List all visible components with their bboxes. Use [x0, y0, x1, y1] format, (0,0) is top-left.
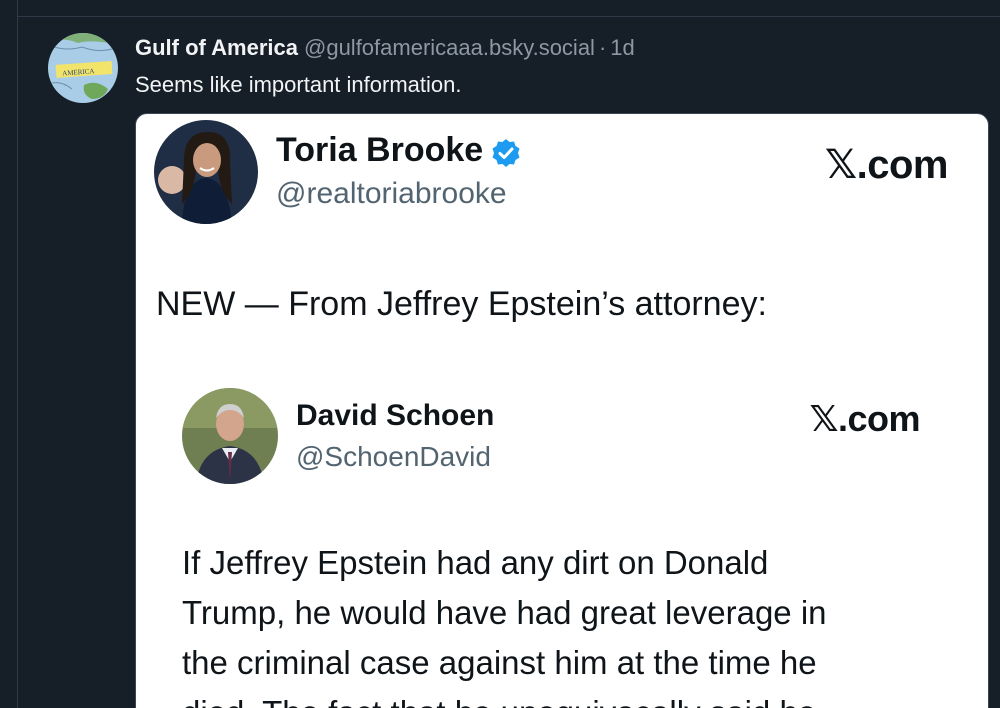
outer-x-logo: 𝕏.com [824, 143, 949, 187]
person-avatar-icon [154, 120, 258, 224]
avatar[interactable]: AMERICA [48, 33, 118, 103]
post-view: AMERICA Gulf of America @gulfofamericaaa.… [0, 0, 1000, 708]
separator-dot: · [598, 35, 607, 60]
post-text: Seems like important information. [135, 72, 462, 97]
author-handle[interactable]: @gulfofamericaaa.bsky.social [304, 35, 595, 60]
inner-post-line: Trump, he would have had great leverage … [182, 594, 827, 631]
inner-author-avatar [182, 388, 278, 484]
post-header: Gulf of America @gulfofamericaaa.bsky.soc… [135, 33, 635, 63]
thread-divider-vertical [17, 0, 18, 708]
screenshot-content: Toria Brooke @realtoriabrooke 𝕏.com NEW … [136, 114, 988, 708]
inner-post-line: If Jeffrey Epstein had any dirt on Donal… [182, 544, 769, 581]
outer-author-handle: @realtoriabrooke [276, 177, 507, 210]
person-avatar-icon [182, 388, 278, 484]
outer-post-text: NEW — From Jeffrey Epstein’s attorney: [156, 285, 767, 323]
inner-author-name: David Schoen [296, 399, 495, 432]
inner-x-logo: 𝕏.com [809, 398, 920, 439]
thread-divider-horizontal [17, 16, 1000, 17]
embedded-image[interactable]: Toria Brooke @realtoriabrooke 𝕏.com NEW … [135, 113, 989, 708]
map-avatar-icon: AMERICA [48, 33, 118, 103]
author-display-name[interactable]: Gulf of America [135, 35, 298, 60]
outer-author-name: Toria Brooke [276, 130, 521, 170]
inner-post-line: died. The fact that he unequivocally sai… [182, 688, 962, 708]
inner-post-text: If Jeffrey Epstein had any dirt on Donal… [182, 538, 962, 708]
inner-author-handle: @SchoenDavid [296, 441, 491, 472]
outer-author-avatar [154, 120, 258, 224]
verified-badge-icon [491, 137, 521, 168]
outer-author-name-text: Toria Brooke [276, 131, 484, 169]
inner-post-line: the criminal case against him at the tim… [182, 644, 817, 681]
post-timestamp[interactable]: 1d [610, 35, 634, 60]
